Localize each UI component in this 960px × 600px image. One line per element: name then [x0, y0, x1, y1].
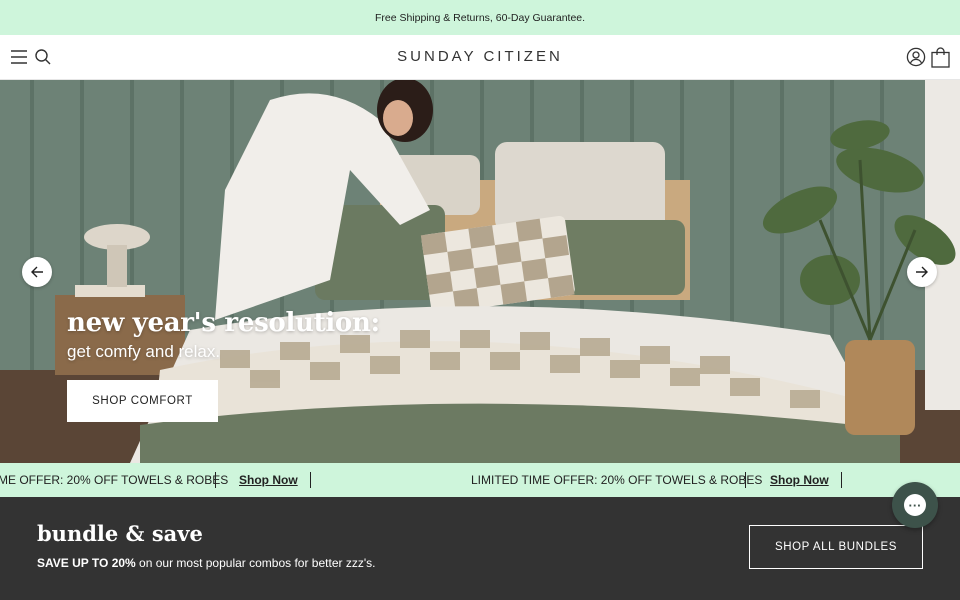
- shop-now-link[interactable]: Shop Now: [239, 473, 298, 487]
- hero-title: new year's resolution:: [67, 308, 380, 338]
- shop-comfort-button[interactable]: SHOP COMFORT: [67, 380, 218, 422]
- hero-subtitle: get comfy and relax.: [67, 342, 221, 361]
- chat-button[interactable]: ···: [892, 482, 938, 528]
- arrow-left-icon: [31, 266, 43, 278]
- promo-divider: [310, 472, 311, 488]
- bundle-description-text: on our most popular combos for better zz…: [135, 556, 376, 570]
- user-icon[interactable]: [905, 46, 927, 68]
- shop-all-bundles-button[interactable]: SHOP ALL BUNDLES: [749, 525, 923, 569]
- bundle-description: SAVE UP TO 20% on our most popular combo…: [37, 556, 375, 570]
- chat-glyph: ···: [908, 497, 922, 513]
- carousel-next-button[interactable]: [907, 257, 937, 287]
- chat-bubble-icon: ···: [904, 494, 926, 516]
- promo-divider: [215, 472, 216, 488]
- bundle-title: bundle & save: [37, 521, 203, 546]
- bundle-section: bundle & save SAVE UP TO 20% on our most…: [0, 497, 960, 600]
- site-logo[interactable]: SUNDAY CITIZEN: [0, 48, 960, 65]
- announcement-text: Free Shipping & Returns, 60-Day Guarante…: [374, 11, 586, 24]
- shop-now-link[interactable]: Shop Now: [770, 473, 829, 487]
- promo-marquee: ME OFFER: 20% OFF TOWELS & ROBES Shop No…: [0, 463, 960, 497]
- arrow-right-icon: [916, 266, 928, 278]
- promo-divider: [745, 472, 746, 488]
- bundle-discount: SAVE UP TO 20%: [37, 556, 136, 570]
- promo-divider: [841, 472, 842, 488]
- promo-text: LIMITED TIME OFFER: 20% OFF TOWELS & ROB…: [471, 473, 763, 487]
- shopping-bag-icon[interactable]: [929, 45, 951, 69]
- site-header: SUNDAY CITIZEN: [0, 35, 960, 80]
- promo-text: ME OFFER: 20% OFF TOWELS & ROBES: [0, 473, 229, 487]
- carousel-prev-button[interactable]: [22, 257, 52, 287]
- announcement-bar: Free Shipping & Returns, 60-Day Guarante…: [0, 0, 960, 35]
- hero-banner: new year's resolution: get comfy and rel…: [0, 80, 960, 463]
